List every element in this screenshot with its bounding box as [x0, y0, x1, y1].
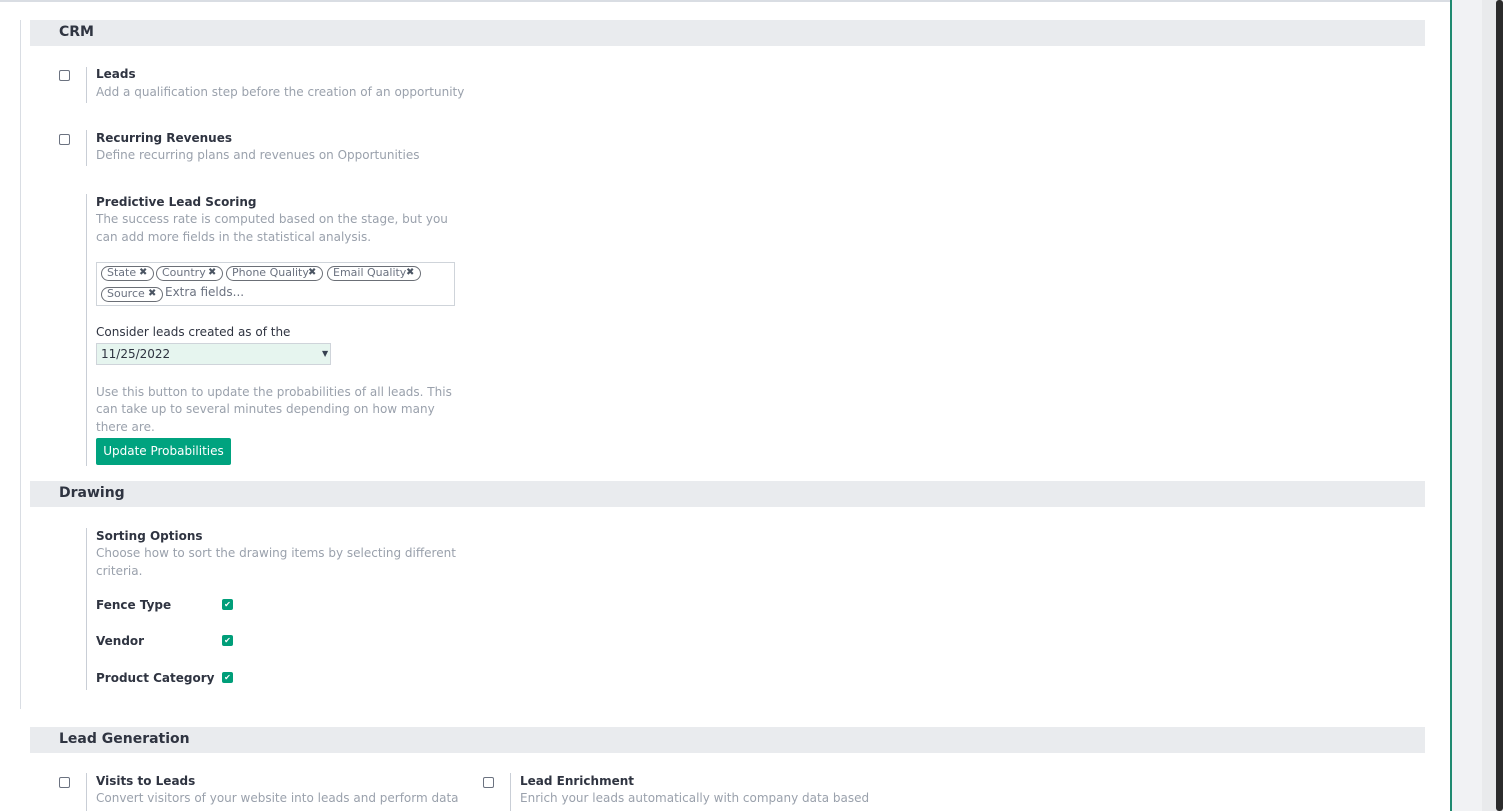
sorting-options-title: Sorting Options	[96, 529, 203, 543]
tag-label: Source	[107, 287, 145, 300]
predictive-lead-scoring-desc-line1: The success rate is computed based on th…	[96, 212, 448, 226]
check-icon: ✔	[224, 636, 231, 645]
visits-to-leads-description: Convert visitors of your website into le…	[96, 791, 459, 805]
update-desc-line3: there are.	[96, 420, 155, 434]
predictive-lead-scoring-desc-line2: can add more fields in the statistical a…	[96, 230, 372, 244]
extra-fields-input[interactable]: Extra fields...	[165, 285, 285, 299]
date-value: 11/25/2022	[101, 347, 171, 361]
recurring-revenues-description: Define recurring plans and revenues on O…	[96, 148, 420, 162]
settings-page: CRM Leads Add a qualification step befor…	[0, 0, 1503, 811]
tag-state[interactable]: State ✖	[101, 266, 154, 281]
vendor-label: Vendor	[96, 634, 145, 648]
update-desc-line1: Use this button to update the probabilit…	[96, 385, 452, 399]
tag-country[interactable]: Country ✖	[156, 266, 223, 281]
x-icon[interactable]: ✖	[139, 267, 147, 279]
fence-type-checkbox[interactable]: ✔	[222, 599, 233, 610]
setting-divider	[86, 773, 87, 811]
vendor-checkbox[interactable]: ✔	[222, 635, 233, 646]
visits-to-leads-checkbox[interactable]	[59, 777, 70, 788]
sheet-left-border	[20, 20, 21, 709]
check-icon: ✔	[224, 673, 231, 682]
x-icon[interactable]: ✖	[406, 267, 414, 279]
x-icon[interactable]: ✖	[308, 267, 316, 279]
product-category-checkbox[interactable]: ✔	[222, 672, 233, 683]
leads-description: Add a qualification step before the crea…	[96, 85, 465, 99]
update-desc-line2: can take up to several minutes depending…	[96, 402, 435, 416]
product-category-label: Product Category	[96, 671, 215, 685]
sheet-top-border	[0, 0, 1451, 2]
tag-label: Country	[162, 266, 206, 279]
setting-divider	[510, 773, 511, 811]
tag-source[interactable]: Source ✖	[101, 287, 163, 302]
lead-enrichment-checkbox[interactable]	[483, 777, 494, 788]
setting-divider	[86, 130, 87, 166]
recurring-revenues-title: Recurring Revenues	[96, 131, 233, 145]
section-header-lead-generation: Lead Generation	[30, 727, 1425, 753]
recurring-revenues-checkbox[interactable]	[59, 134, 70, 145]
x-icon[interactable]: ✖	[148, 288, 156, 300]
tag-label: Email Quality	[333, 266, 407, 279]
setting-divider	[86, 67, 87, 103]
leads-title: Leads	[96, 67, 136, 81]
date-label: Consider leads created as of the	[96, 325, 291, 339]
sorting-options-desc-line2: criteria.	[96, 564, 143, 578]
tag-label: State	[107, 266, 137, 279]
caret-down-icon[interactable]: ▼	[322, 349, 328, 358]
tag-phone-quality[interactable]: Phone Quality ✖	[226, 266, 323, 281]
section-header-crm: CRM	[30, 20, 1425, 46]
right-gutter	[1452, 0, 1482, 811]
setting-divider	[86, 194, 87, 466]
leads-checkbox[interactable]	[59, 70, 70, 81]
lead-enrichment-title: Lead Enrichment	[520, 774, 634, 788]
tag-label: Phone Quality	[232, 266, 309, 279]
lead-enrichment-description: Enrich your leads automatically with com…	[520, 791, 870, 805]
update-probabilities-button[interactable]: Update Probabilities	[96, 438, 231, 465]
setting-divider	[86, 528, 87, 690]
date-picker[interactable]: 11/25/2022 ▼	[96, 343, 331, 365]
x-icon[interactable]: ✖	[208, 267, 216, 279]
extra-fields-tag-input[interactable]: State ✖ Country ✖ Phone Quality ✖ Email …	[96, 262, 455, 306]
sorting-options-desc-line1: Choose how to sort the drawing items by …	[96, 546, 456, 560]
fence-type-label: Fence Type	[96, 598, 172, 612]
section-header-drawing: Drawing	[30, 481, 1425, 507]
check-icon: ✔	[224, 600, 231, 609]
predictive-lead-scoring-title: Predictive Lead Scoring	[96, 195, 257, 209]
settings-sheet: CRM Leads Add a qualification step befor…	[0, 0, 1451, 811]
visits-to-leads-title: Visits to Leads	[96, 774, 196, 788]
tag-email-quality[interactable]: Email Quality ✖	[327, 266, 421, 281]
scrollbar-thumb[interactable]	[1496, 0, 1503, 811]
